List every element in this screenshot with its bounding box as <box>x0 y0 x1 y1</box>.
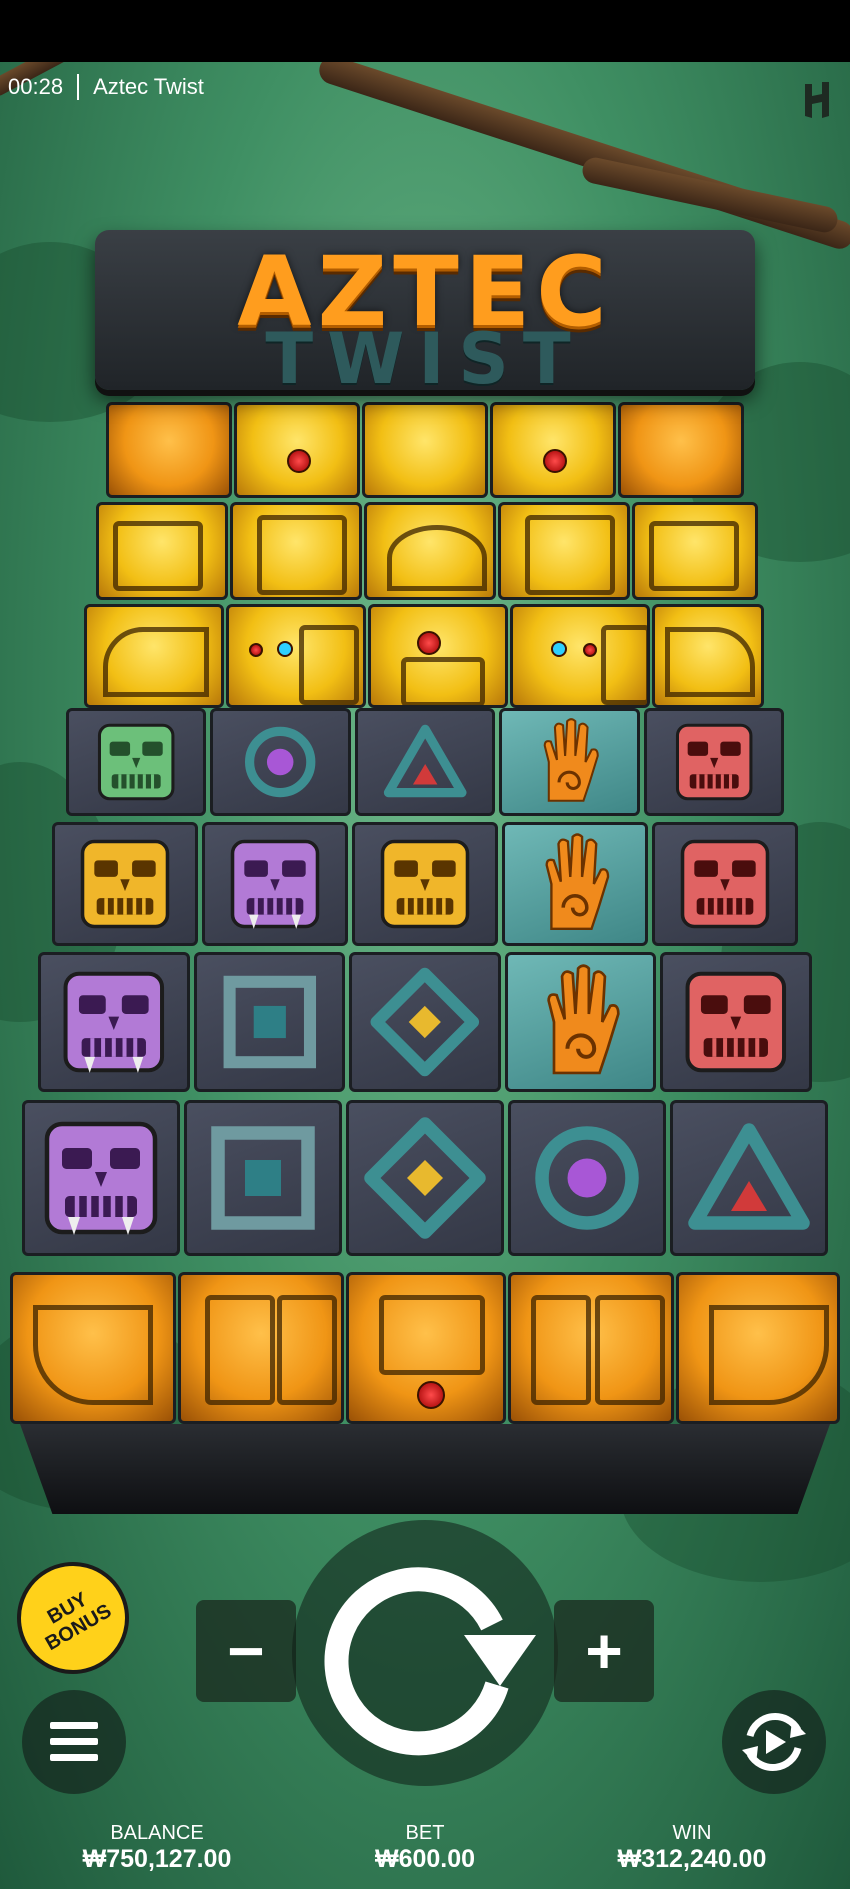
calendar-tile <box>652 604 764 708</box>
footer: BALANCE ₩750,127.00 BET ₩600.00 WIN ₩312… <box>0 1822 850 1889</box>
reel-symbol-red-triangle <box>354 708 496 816</box>
reel-symbol-purple-skull <box>202 822 348 946</box>
red-mask-icon <box>685 971 787 1073</box>
reel-symbol-orange-hand <box>504 952 657 1092</box>
teal-square-icon <box>223 975 316 1069</box>
reel-symbol-teal-square <box>193 952 346 1092</box>
bet-increase-button[interactable]: + <box>554 1600 654 1702</box>
reel-symbol-red-triangle <box>670 1100 828 1256</box>
minus-label: − <box>227 1615 265 1687</box>
logo-twist: TWIST <box>265 318 585 400</box>
calendar-tile <box>510 604 650 708</box>
reel-symbol-orange-hand <box>499 708 640 816</box>
reel-symbol-gold-diamond <box>346 1100 504 1256</box>
buy-bonus-label: BUY BONUS <box>41 1588 116 1656</box>
game-logo: AZTEC TWIST <box>95 230 755 400</box>
calendar-tile <box>364 502 496 600</box>
orange-hand-icon <box>547 964 620 1075</box>
reel-symbol-gold-mask <box>352 822 498 946</box>
calendar-tile <box>490 402 616 498</box>
status-bar: 00:28 Aztec Twist <box>0 62 850 112</box>
reel-base <box>20 1424 830 1514</box>
orange-hand-icon <box>545 833 610 931</box>
autoplay-icon <box>742 1712 806 1772</box>
calendar-tile <box>226 604 366 708</box>
reel-symbol-purple-skull <box>38 952 190 1092</box>
calendar-tile <box>84 604 224 708</box>
gold-diamond-icon <box>364 1117 486 1239</box>
balance-value: ₩750,127.00 <box>82 1845 232 1873</box>
orange-hand-icon <box>543 718 599 802</box>
gold-mask-icon <box>380 839 470 929</box>
win-label: WIN <box>672 1822 712 1844</box>
clock: 00:28 <box>8 74 64 99</box>
calendar-tile <box>230 502 362 600</box>
reel-symbol-orange-hand <box>502 822 648 946</box>
reel-symbol-red-mask <box>660 952 812 1092</box>
calendar-tile <box>178 1272 344 1424</box>
bet-value: ₩600.00 <box>374 1845 476 1873</box>
reel-symbol-green-mask <box>66 708 207 816</box>
spin-button[interactable] <box>292 1520 558 1786</box>
menu-icon <box>50 1722 98 1729</box>
calendar-tile <box>676 1272 840 1424</box>
provider-logo-icon <box>805 82 829 118</box>
teal-square-icon <box>211 1126 315 1230</box>
red-triangle-icon <box>688 1123 810 1230</box>
calendar-tile <box>508 1272 674 1424</box>
reel-symbol-purple-circle <box>210 708 351 816</box>
gold-mask-icon <box>80 839 170 929</box>
calendar-tile <box>632 502 758 600</box>
reel-symbol-teal-square <box>184 1100 342 1256</box>
purple-skull-icon <box>44 1121 158 1235</box>
purple-circle-icon <box>245 726 316 798</box>
purple-skull-icon <box>63 971 165 1073</box>
purple-circle-icon <box>535 1126 639 1230</box>
divider <box>77 74 80 100</box>
calendar-tile <box>234 402 360 498</box>
calendar-tile <box>10 1272 176 1424</box>
win-value: ₩312,240.00 <box>617 1845 767 1873</box>
gold-diamond-icon <box>370 967 480 1077</box>
calendar-tile <box>368 604 508 708</box>
balance-label: BALANCE <box>110 1822 204 1844</box>
reel-symbol-red-mask <box>652 822 798 946</box>
spin-icon <box>324 1567 536 1756</box>
reel-symbol-gold-mask <box>52 822 198 946</box>
plus-label: + <box>585 1615 623 1687</box>
red-mask-icon <box>680 839 770 929</box>
buy-bonus-button[interactable]: BUY BONUS <box>0 1541 150 1695</box>
calendar-tile <box>498 502 630 600</box>
bet-display: BET ₩600.00 <box>295 1822 555 1874</box>
win-display: WIN ₩312,240.00 <box>562 1822 822 1874</box>
bet-label: BET <box>405 1822 445 1844</box>
calendar-tile <box>96 502 228 600</box>
red-mask-icon <box>675 723 753 801</box>
menu-button[interactable] <box>22 1690 126 1794</box>
balance-display: BALANCE ₩750,127.00 <box>27 1822 287 1874</box>
green-mask-icon <box>97 723 175 801</box>
game-name: Aztec Twist <box>93 74 204 99</box>
calendar-tile <box>362 402 488 498</box>
reel-symbol-gold-diamond <box>349 952 501 1092</box>
reel-symbol-purple-skull <box>22 1100 180 1256</box>
autoplay-button[interactable] <box>722 1690 826 1794</box>
calendar-tile <box>346 1272 506 1424</box>
calendar-tile <box>106 402 232 498</box>
reel-symbol-red-mask <box>643 708 784 816</box>
bet-decrease-button[interactable]: − <box>196 1600 296 1702</box>
purple-skull-icon <box>230 839 320 929</box>
calendar-tile <box>618 402 744 498</box>
reel-symbol-purple-circle <box>508 1100 666 1256</box>
red-triangle-icon <box>383 724 467 798</box>
